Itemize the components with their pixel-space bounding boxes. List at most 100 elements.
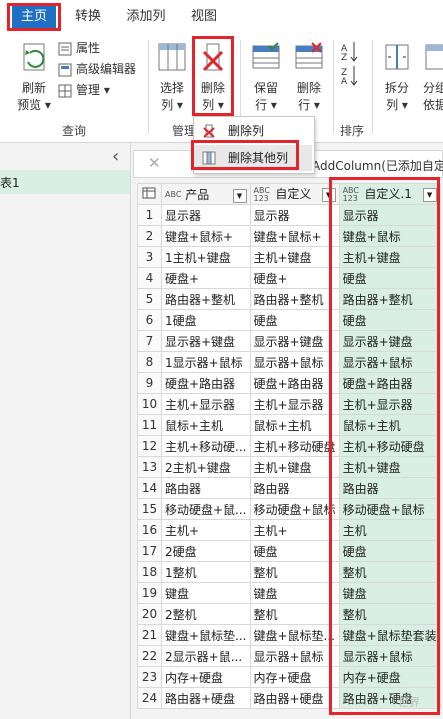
manage-label: 管理 ▾ xyxy=(76,83,110,97)
table-cell[interactable]: 2主机+键盘 xyxy=(161,456,251,478)
table-cell[interactable]: 主机+显示器 xyxy=(161,393,251,415)
table-cell[interactable]: 鼠标+主机 xyxy=(249,414,340,436)
sort-buttons[interactable]: A Z Z A xyxy=(340,40,364,90)
ribbon-separator xyxy=(148,40,149,134)
table-cell[interactable]: 主机+显示器 xyxy=(249,393,340,415)
table-cell[interactable]: 键盘+鼠标垫... xyxy=(249,624,340,646)
split-column-button[interactable]: 拆分 列 ▾ xyxy=(380,40,414,118)
table-cell[interactable]: 路由器+硬盘 xyxy=(249,687,340,709)
refresh-label-2: 预览 ▾ xyxy=(17,98,51,112)
table-cell[interactable]: 移动硬盘+鼠标 xyxy=(249,498,340,520)
table-cell[interactable]: 键盘+鼠标+ xyxy=(161,225,251,247)
query-item[interactable]: 表1 xyxy=(0,170,130,194)
remove-columns-icon xyxy=(203,124,215,138)
table-cell[interactable]: 移动硬盘+鼠... xyxy=(161,498,251,520)
remove-rows-button[interactable]: 删除 行 ▾ xyxy=(290,40,328,118)
row-number: 8 xyxy=(137,351,162,373)
text-type-icon: ABC xyxy=(165,190,182,199)
choose-columns-label-2: 列 ▾ xyxy=(161,98,183,112)
properties-icon xyxy=(58,42,72,56)
table-cell[interactable]: 路由器+硬盘 xyxy=(161,687,251,709)
group-by-button[interactable]: 分组 依据 xyxy=(420,40,443,118)
column-header-product[interactable]: ABC 产品 ▼ xyxy=(161,183,251,205)
table-cell[interactable]: 主机+移动硬盘 xyxy=(249,435,340,457)
table-cell[interactable]: 2显示器+鼠... xyxy=(161,645,251,667)
table-cell[interactable]: 路由器 xyxy=(161,477,251,499)
table-cell[interactable]: 路由器+整机 xyxy=(249,288,340,310)
table-cell[interactable]: 键盘 xyxy=(249,582,340,604)
remove-rows-icon xyxy=(295,42,323,69)
table-cell[interactable]: 路由器+整机 xyxy=(161,288,251,310)
query-group-label: 查询 xyxy=(62,124,87,138)
table-cell[interactable]: 鼠标+主机 xyxy=(161,414,251,436)
table-cell[interactable]: 显示器 xyxy=(249,204,340,226)
row-number: 11 xyxy=(137,414,162,436)
properties-button[interactable]: 属性 xyxy=(58,40,148,58)
table-cell[interactable]: 硬盘 xyxy=(249,309,340,331)
table-cell[interactable]: 键盘+鼠标垫... xyxy=(161,624,251,646)
any-type-icon: ABC 123 xyxy=(253,185,270,203)
formula-text[interactable]: AddColumn(已添加自定义 xyxy=(312,157,443,174)
keep-rows-button[interactable]: 保留 行 ▾ xyxy=(247,40,285,118)
table-cell[interactable]: 显示器 xyxy=(161,204,251,226)
ribbon-tab-bar: 主页 转换 添加列 视图 xyxy=(0,0,443,34)
choose-columns-label-1: 选择 xyxy=(159,81,184,95)
tab-view[interactable]: 视图 xyxy=(186,6,222,28)
row-number: 10 xyxy=(137,393,162,415)
properties-label: 属性 xyxy=(76,41,101,55)
manage-button[interactable]: 管理 ▾ xyxy=(58,82,148,100)
table-cell[interactable]: 主机+键盘 xyxy=(249,246,340,268)
row-number: 13 xyxy=(137,456,162,478)
table-cell[interactable]: 硬盘+路由器 xyxy=(161,372,251,394)
advanced-editor-button[interactable]: 高级编辑器 xyxy=(58,61,148,79)
table-cell[interactable]: 显示器+键盘 xyxy=(249,330,340,352)
column-header-custom[interactable]: ABC 123 自定义 ▼ xyxy=(249,183,340,205)
row-number: 15 xyxy=(137,498,162,520)
table-cell[interactable]: 显示器+鼠标 xyxy=(249,351,340,373)
row-number: 18 xyxy=(137,561,162,583)
table-cell[interactable]: 主机+移动硬... xyxy=(161,435,251,457)
table-cell[interactable]: 整机 xyxy=(249,561,340,583)
row-number: 17 xyxy=(137,540,162,562)
table-cell[interactable]: 硬盘+ xyxy=(161,267,251,289)
table-cell[interactable]: 1整机 xyxy=(161,561,251,583)
table-cell[interactable]: 2硬盘 xyxy=(161,540,251,562)
table-cell[interactable]: 硬盘+ xyxy=(249,267,340,289)
svg-text:Z: Z xyxy=(341,53,347,63)
choose-columns-button[interactable]: 选择 列 ▾ xyxy=(154,40,190,118)
table-cell[interactable]: 硬盘+路由器 xyxy=(249,372,340,394)
table-cell[interactable]: 路由器 xyxy=(249,477,340,499)
table-cell[interactable]: 主机+键盘 xyxy=(249,456,340,478)
tab-add-column[interactable]: 添加列 xyxy=(122,6,170,28)
row-number: 14 xyxy=(137,477,162,499)
table-cell[interactable]: 主机+ xyxy=(161,519,251,541)
table-cell[interactable]: 主机+ xyxy=(249,519,340,541)
collapse-pane-button[interactable]: ‹ xyxy=(112,148,126,166)
table-cell[interactable]: 内存+硬盘 xyxy=(249,666,340,688)
sort-icon: A Z Z A xyxy=(341,42,358,87)
table-cell[interactable]: 键盘+鼠标+ xyxy=(249,225,340,247)
advanced-editor-label: 高级编辑器 xyxy=(76,62,137,76)
table-cell[interactable]: 内存+硬盘 xyxy=(161,666,251,688)
refresh-preview-button[interactable]: 刷新 预览 ▾ xyxy=(14,40,54,118)
table-cell[interactable]: 2整机 xyxy=(161,603,251,625)
table-cell[interactable]: 显示器+鼠标 xyxy=(249,645,340,667)
table-cell[interactable]: 显示器+键盘 xyxy=(161,330,251,352)
row-number: 22 xyxy=(137,645,162,667)
cancel-formula-icon[interactable]: ✕ xyxy=(148,154,161,172)
queries-pane: 表1 xyxy=(0,143,131,719)
filter-dropdown-icon[interactable]: ▼ xyxy=(232,188,247,203)
table-cell[interactable]: 1硬盘 xyxy=(161,309,251,331)
table-cell[interactable]: 硬盘 xyxy=(249,540,340,562)
row-number: 7 xyxy=(137,330,162,352)
table-cell[interactable]: 1主机+键盘 xyxy=(161,246,251,268)
tab-transform[interactable]: 转换 xyxy=(70,6,106,28)
keep-rows-label-1: 保留 xyxy=(253,81,278,95)
row-number: 1 xyxy=(137,204,162,226)
table-cell[interactable]: 键盘 xyxy=(161,582,251,604)
table-cell[interactable]: 1显示器+鼠标 xyxy=(161,351,251,373)
table-menu-button[interactable] xyxy=(137,183,162,205)
remove-rows-label-1: 删除 xyxy=(296,81,321,95)
column-header-label: 产品 xyxy=(185,187,210,202)
table-cell[interactable]: 整机 xyxy=(249,603,340,625)
